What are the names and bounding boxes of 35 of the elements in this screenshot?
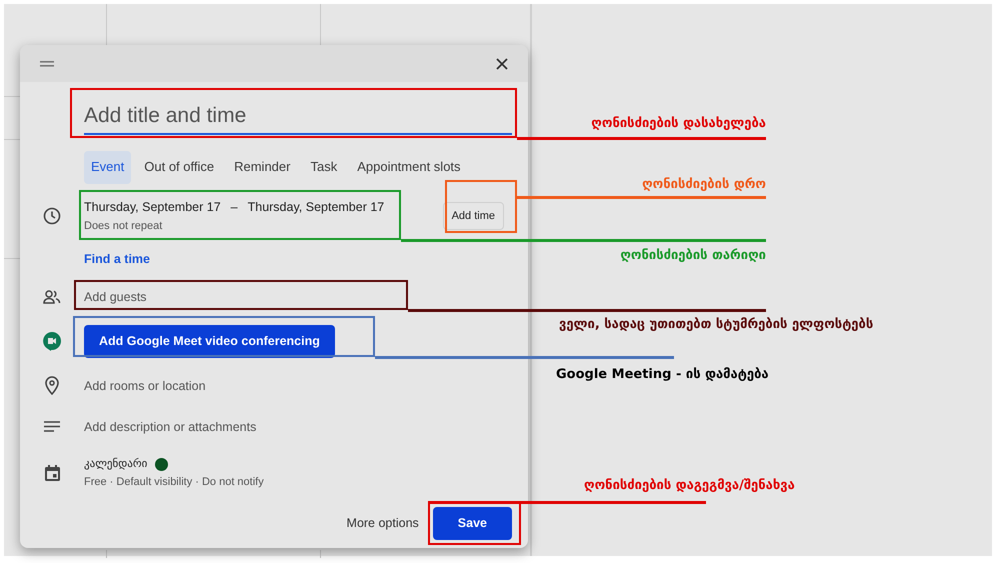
annotation-label: ღონისძიების თარიღი	[620, 247, 766, 265]
location-pin-icon	[45, 376, 59, 396]
add-time-button[interactable]: Add time	[442, 202, 504, 230]
annotation-label: ველი, სადაც უთითებთ სტუმრების ელფოსტებს	[559, 316, 874, 334]
start-date[interactable]: Thursday, September 17	[84, 198, 221, 216]
google-meet-button[interactable]: Add Google Meet video conferencing	[84, 324, 335, 358]
close-icon[interactable]	[496, 58, 508, 70]
location-field[interactable]: Add rooms or location	[84, 378, 206, 393]
video-chat-icon	[43, 332, 61, 351]
event-type-tab[interactable]: Out of office	[137, 150, 222, 184]
clock-icon	[43, 207, 61, 226]
annotation-frame	[445, 180, 517, 233]
more-options-button[interactable]: More options	[346, 514, 419, 533]
annotation-label: ღონისძიების დასახელება	[591, 115, 766, 133]
text-lines-icon	[44, 421, 60, 432]
guests-field[interactable]: Add guests	[84, 288, 384, 306]
repeat-option[interactable]: Does not repeat	[84, 218, 384, 235]
calendar-name[interactable]: კალენდარი	[84, 456, 148, 472]
drag-handle-icon[interactable]	[40, 60, 54, 66]
people-icon	[43, 290, 61, 304]
title-field[interactable]: Add title and time	[84, 100, 512, 134]
calendar-details[interactable]: Free · Default visibility · Do not notify	[84, 474, 528, 491]
event-type-tab[interactable]: Appointment slots	[350, 150, 468, 184]
event-type-tab[interactable]: Reminder	[227, 150, 298, 184]
annotation-label: Google Meeting - ის დამატება	[556, 366, 769, 384]
event-type-tab[interactable]: Task	[303, 150, 344, 184]
event-type-tab[interactable]: Event	[84, 150, 132, 184]
annotation-label: ღონისძიების დრო	[642, 176, 766, 194]
description-field[interactable]: Add description or attachments	[84, 420, 256, 434]
annotation-label: ღონისძიების დაგეგმვა/შენახვა	[584, 477, 795, 495]
calendar-icon	[44, 465, 60, 482]
save-button[interactable]: Save	[432, 507, 512, 540]
date-separator: –	[230, 198, 238, 216]
end-date[interactable]: Thursday, September 17	[248, 198, 384, 216]
find-a-time-link[interactable]: Find a time	[84, 252, 150, 266]
